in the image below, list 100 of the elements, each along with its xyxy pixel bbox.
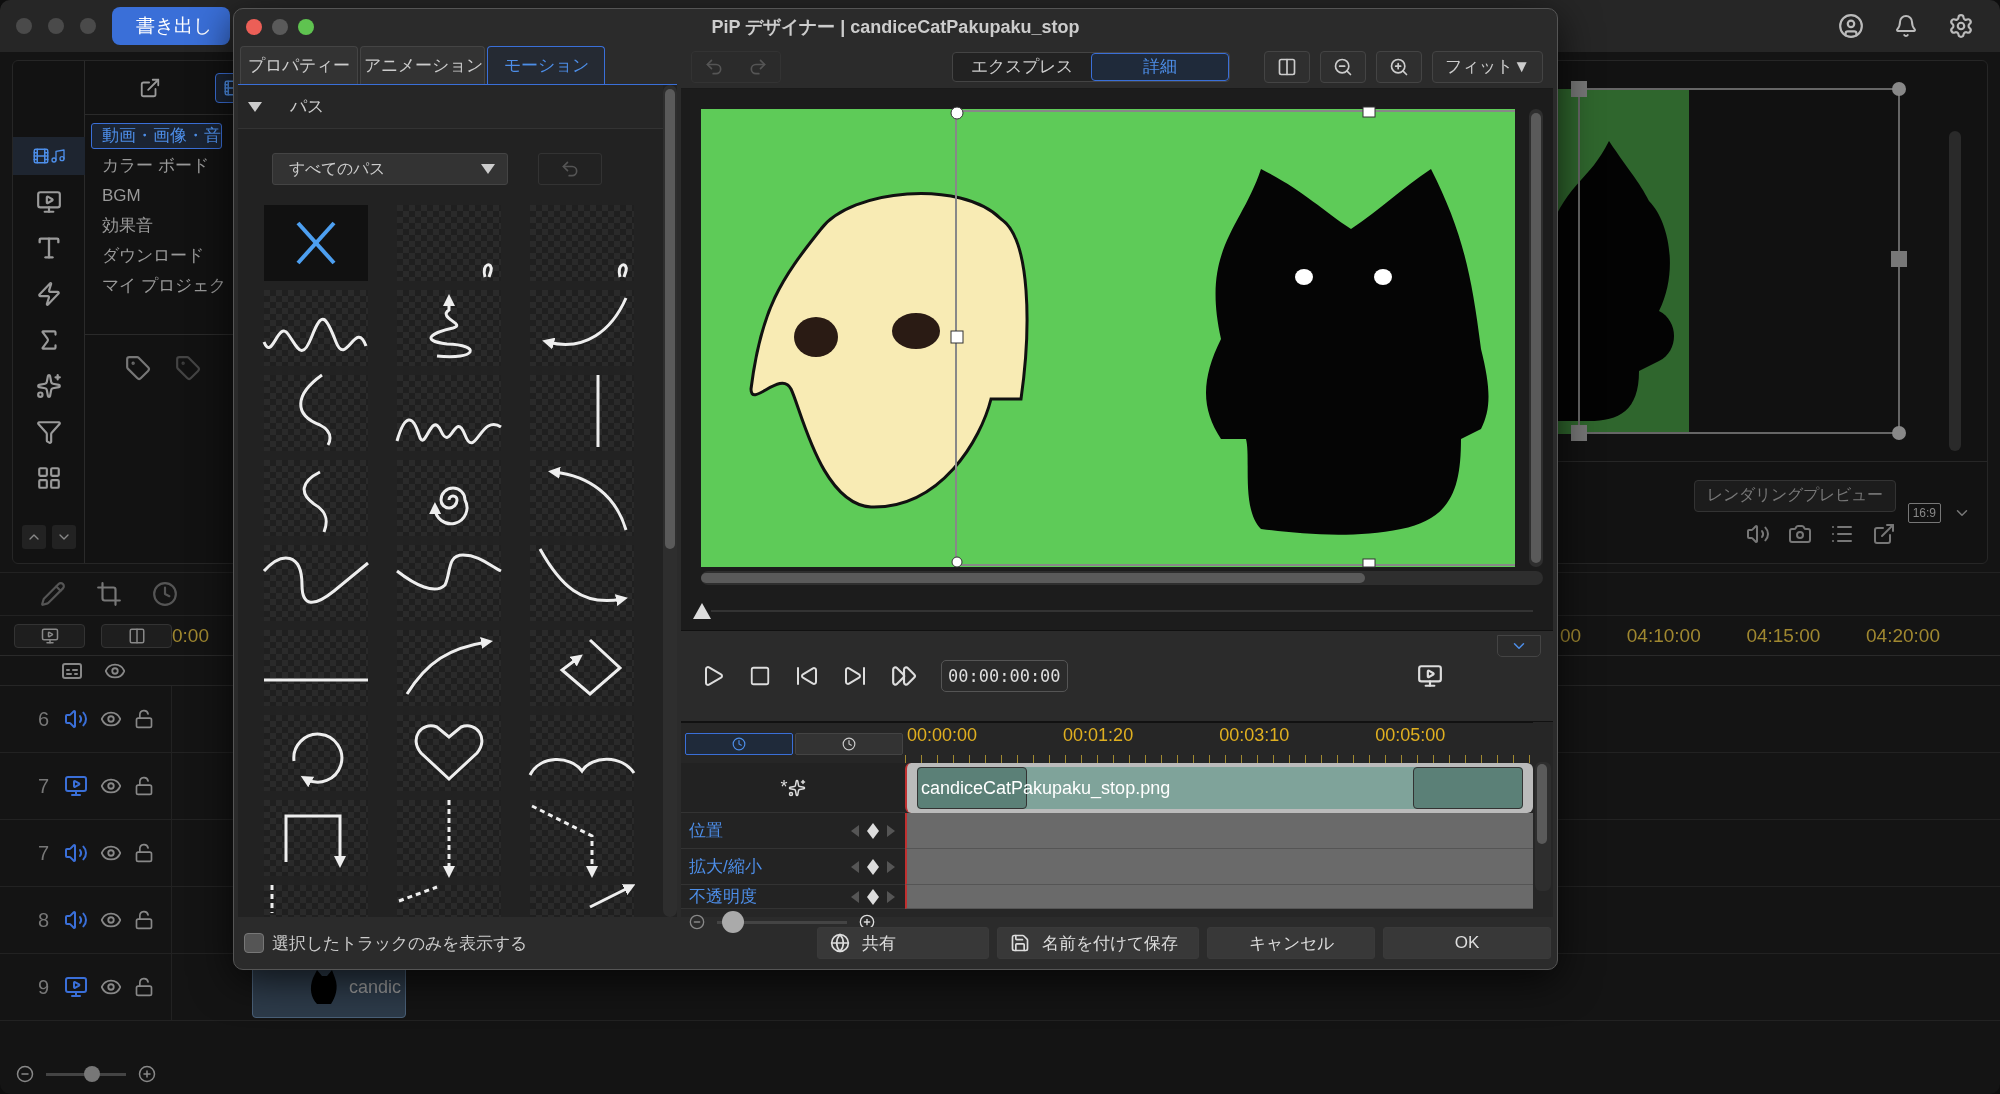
path-preset-tile[interactable] bbox=[264, 545, 368, 621]
account-icon[interactable] bbox=[1838, 13, 1864, 39]
path-preset-tile[interactable] bbox=[397, 800, 501, 876]
view-mode-toggle[interactable]: エクスプレス bbox=[953, 52, 1092, 81]
stop-icon[interactable] bbox=[749, 665, 771, 687]
settings-icon[interactable] bbox=[1948, 13, 1974, 39]
caret-icon bbox=[481, 164, 495, 174]
save-as-button[interactable]: 名前を付けて保存 bbox=[997, 927, 1199, 959]
clock-icon[interactable] bbox=[685, 733, 793, 755]
crop-icon[interactable] bbox=[96, 581, 122, 607]
zoom-out-icon[interactable] bbox=[689, 914, 705, 930]
zoom-out-icon[interactable] bbox=[16, 1065, 34, 1083]
path-preset-tile[interactable] bbox=[530, 375, 634, 451]
path-preset-tile[interactable] bbox=[264, 630, 368, 706]
path-preset-tile[interactable] bbox=[530, 205, 634, 281]
view-mode-toggle[interactable]: 詳細 bbox=[1091, 52, 1230, 81]
path-preset-tile[interactable] bbox=[264, 460, 368, 536]
path-preset-tile[interactable] bbox=[530, 460, 634, 536]
tab[interactable]: アニメーション bbox=[360, 46, 485, 84]
aspect-ratio-selector[interactable]: 16:9 bbox=[1907, 502, 1941, 523]
library-item[interactable]: マイ プロジェク bbox=[91, 273, 227, 299]
fit-dropdown[interactable]: フィット▼ bbox=[1432, 50, 1543, 83]
path-preset-tile[interactable] bbox=[397, 460, 501, 536]
track-number: 9 bbox=[38, 975, 51, 999]
path-preset-tile[interactable] bbox=[397, 290, 501, 366]
unlocked-icon[interactable] bbox=[134, 709, 154, 729]
motion-path-icon bbox=[270, 885, 274, 913]
motion-path-icon bbox=[530, 804, 596, 876]
dialog-button[interactable]: キャンセル bbox=[1207, 927, 1375, 959]
fast-forward-icon[interactable] bbox=[891, 663, 917, 689]
add-tag-icon[interactable] bbox=[125, 355, 151, 381]
path-preset-tile[interactable] bbox=[530, 800, 634, 876]
tab[interactable]: プロパティー bbox=[240, 46, 358, 84]
zoom-in-icon[interactable] bbox=[138, 1065, 156, 1083]
export-button[interactable]: 書き出し bbox=[112, 7, 230, 45]
zoom-out-icon[interactable] bbox=[1320, 50, 1367, 83]
maximize-icon[interactable] bbox=[298, 19, 314, 35]
path-preset-tile[interactable] bbox=[397, 375, 501, 451]
ruler-time-label: 00:00:00 bbox=[907, 725, 978, 746]
next-frame-icon[interactable] bbox=[843, 664, 867, 688]
track-number: 8 bbox=[38, 908, 51, 932]
motion-path-icon bbox=[413, 721, 485, 781]
library-item[interactable]: 効果音 bbox=[91, 213, 154, 239]
path-preset-tile[interactable] bbox=[530, 545, 634, 621]
motion-path-icon bbox=[284, 814, 344, 866]
film-frame-icon bbox=[64, 975, 88, 999]
path-preset-tile[interactable] bbox=[397, 545, 501, 621]
motion-path-icon bbox=[538, 547, 628, 603]
zoom-in-icon[interactable] bbox=[1376, 50, 1423, 83]
library-item[interactable]: 動画・画像・音 bbox=[91, 123, 222, 149]
keyframe-diamond-icon[interactable] bbox=[867, 858, 879, 875]
timecode-display: 00:00:00:00 bbox=[941, 660, 1068, 692]
collapse-chevron-icon[interactable] bbox=[1497, 635, 1541, 657]
keyframe-diamond-icon[interactable] bbox=[867, 822, 879, 839]
path-preset-tile[interactable] bbox=[264, 205, 368, 281]
section-header[interactable]: パス bbox=[238, 85, 663, 129]
tab[interactable]: モーション bbox=[487, 46, 605, 84]
motion-path-icon bbox=[560, 638, 622, 696]
scroll-down-icon[interactable] bbox=[51, 525, 76, 549]
render-preview-button[interactable]: レンダリングプレビュー bbox=[1693, 479, 1896, 512]
path-filter-dropdown[interactable]: すべてのパス bbox=[272, 153, 508, 185]
motion-path-icon bbox=[304, 470, 328, 532]
motion-path-icon bbox=[397, 415, 501, 443]
motion-path-icon bbox=[544, 296, 628, 348]
path-preset-tile[interactable] bbox=[397, 205, 501, 281]
ruler-time-label: 00:01:20 bbox=[1063, 725, 1134, 746]
unlocked-icon[interactable] bbox=[134, 776, 154, 796]
path-preset-tile[interactable] bbox=[530, 630, 634, 706]
external-window-icon[interactable] bbox=[1871, 521, 1896, 546]
clock-icon[interactable] bbox=[795, 733, 903, 755]
fit-timeline-button[interactable] bbox=[101, 623, 172, 648]
unlocked-icon[interactable] bbox=[134, 910, 154, 930]
path-preset-tile[interactable] bbox=[530, 290, 634, 366]
playhead-marker-icon[interactable] bbox=[693, 602, 711, 619]
keyframe-diamond-icon[interactable] bbox=[867, 888, 879, 905]
library-item[interactable]: カラー ボード bbox=[91, 153, 210, 179]
library-item[interactable]: BGM bbox=[91, 183, 142, 209]
pencil-icon[interactable] bbox=[40, 581, 66, 607]
add-track-button[interactable] bbox=[14, 623, 85, 648]
only-selected-tracks-checkbox[interactable]: 選択したトラックのみを表示する bbox=[244, 931, 527, 955]
path-preset-tile[interactable] bbox=[530, 715, 634, 791]
previous-frame-icon[interactable] bbox=[795, 664, 819, 688]
path-preset-tile[interactable] bbox=[397, 715, 501, 791]
object-row-label: * bbox=[780, 777, 788, 798]
unlocked-icon[interactable] bbox=[134, 843, 154, 863]
clock-icon[interactable] bbox=[152, 581, 178, 607]
path-preset-tile[interactable] bbox=[264, 375, 368, 451]
path-preset-tile[interactable] bbox=[397, 630, 501, 706]
scroll-up-icon[interactable] bbox=[21, 525, 46, 549]
dialog-button[interactable]: OK bbox=[1383, 927, 1551, 959]
unlocked-icon[interactable] bbox=[134, 977, 154, 997]
motion-path-icon bbox=[550, 468, 628, 532]
path-preset-tile[interactable] bbox=[264, 800, 368, 876]
share-button[interactable]: 共有 bbox=[817, 927, 989, 959]
library-item[interactable]: ダウンロード bbox=[91, 243, 205, 269]
film-music-icon[interactable] bbox=[12, 137, 85, 175]
close-icon[interactable] bbox=[246, 19, 262, 35]
film-frame-icon bbox=[64, 774, 88, 798]
path-preset-tile[interactable] bbox=[264, 290, 368, 366]
notification-bell-icon[interactable] bbox=[1894, 13, 1918, 39]
